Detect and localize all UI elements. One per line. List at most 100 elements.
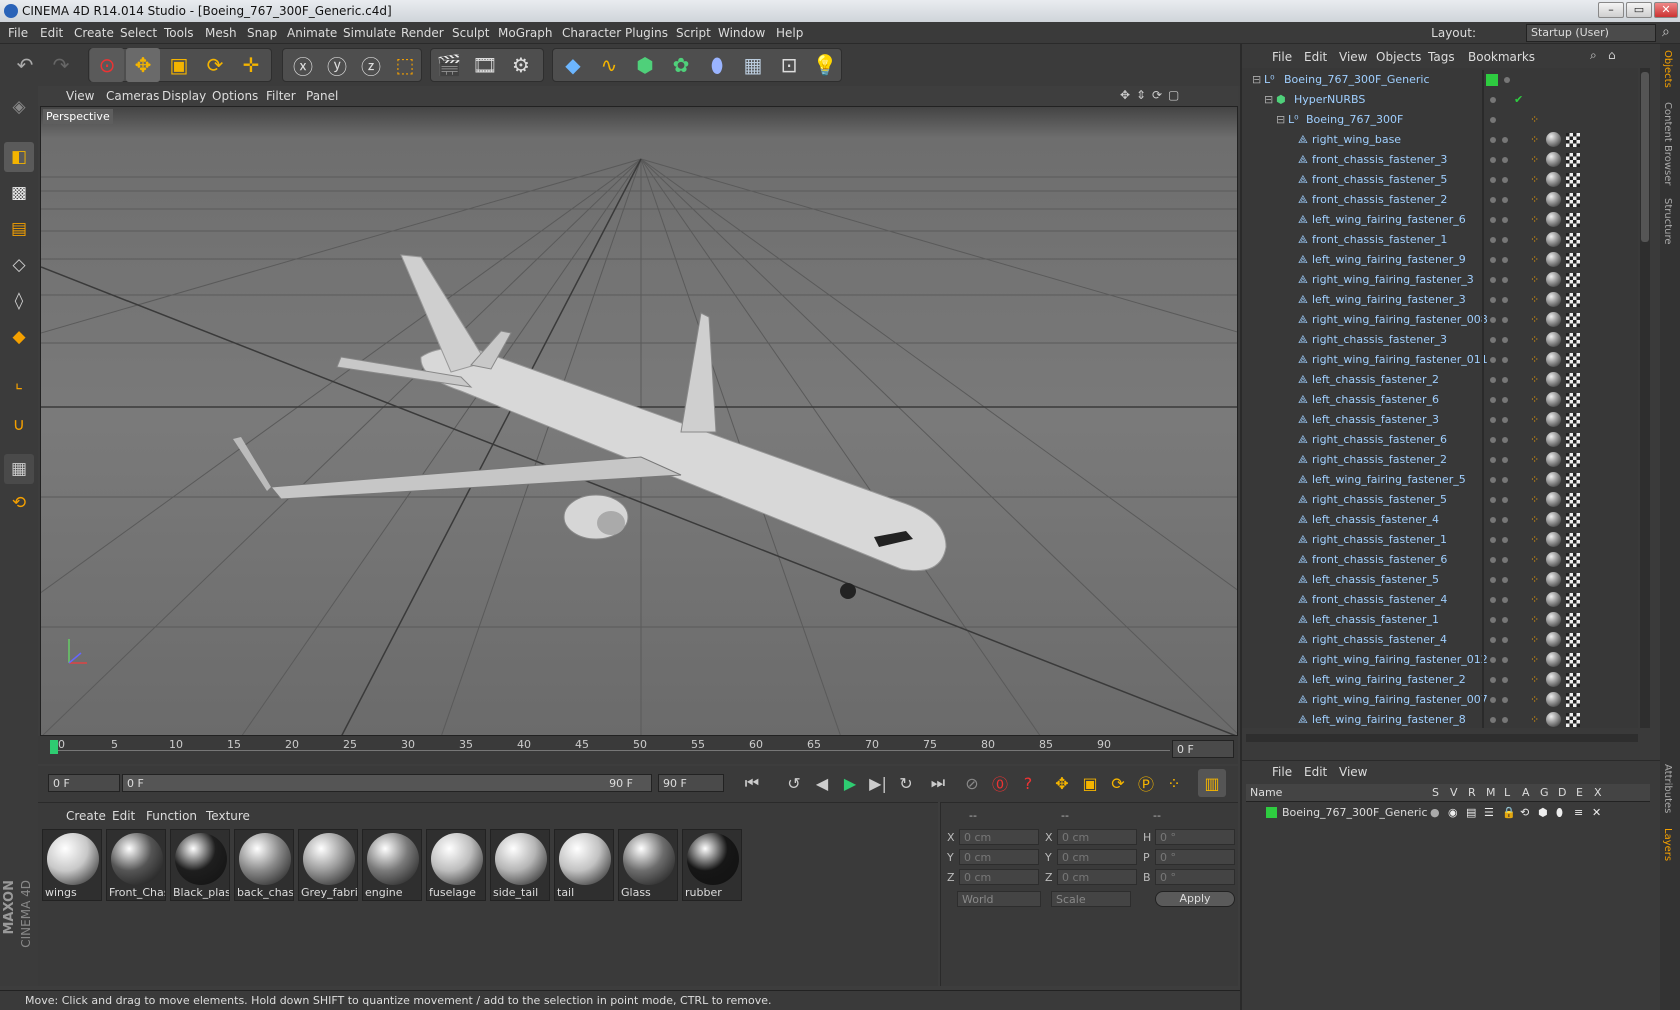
uvw-tag-icon[interactable] xyxy=(1566,553,1580,567)
end-frame-field[interactable]: 90 F xyxy=(658,774,724,792)
close-button[interactable]: ✕ xyxy=(1654,2,1678,18)
tree-row-object[interactable]: ⟁ left_wing_fairing_fastener_9 ⁘ xyxy=(1242,250,1638,270)
rotate-icon[interactable]: ⟳ xyxy=(198,48,232,82)
editor-visibility-dot[interactable] xyxy=(1490,177,1496,183)
tree-row-object[interactable]: ⟁ right_wing_fairing_fastener_012 ⁘ xyxy=(1242,650,1638,670)
material-tag-icon[interactable] xyxy=(1546,392,1561,407)
scroll-thumb[interactable] xyxy=(1641,72,1649,242)
object-tree-h-scrollbar[interactable] xyxy=(1246,734,1638,742)
search-icon[interactable]: ⌕ xyxy=(1662,24,1670,40)
phong-tag-icon[interactable]: ⁘ xyxy=(1530,293,1539,306)
render-visibility-dot[interactable] xyxy=(1502,557,1508,563)
mat-menu-texture[interactable]: Texture xyxy=(206,809,250,823)
render-view-icon[interactable]: 🎬 xyxy=(432,48,466,82)
vp-menu-filter[interactable]: Filter xyxy=(266,89,296,103)
previous-key-icon[interactable]: ↺ xyxy=(780,769,808,797)
planar-workplane-icon[interactable]: ⟲ xyxy=(4,488,34,518)
uvw-tag-icon[interactable] xyxy=(1566,233,1580,247)
editor-visibility-dot[interactable] xyxy=(1490,297,1496,303)
tree-row-object[interactable]: ⟁ front_chassis_fastener_5 ⁘ xyxy=(1242,170,1638,190)
material-thumbnail[interactable]: engine xyxy=(362,829,422,901)
pan-icon[interactable]: ✥ xyxy=(1120,88,1130,102)
tree-row-object[interactable]: ⟁ right_chassis_fastener_5 ⁘ xyxy=(1242,490,1638,510)
material-thumbnail[interactable]: back_chass xyxy=(234,829,294,901)
tree-row-object[interactable]: ⟁ left_chassis_fastener_3 ⁘ xyxy=(1242,410,1638,430)
phong-tag-icon[interactable]: ⁘ xyxy=(1530,213,1539,226)
obj-menu-view[interactable]: View xyxy=(1339,50,1367,64)
obj-menu-file[interactable]: File xyxy=(1272,50,1292,64)
material-tag-icon[interactable] xyxy=(1546,332,1561,347)
material-tag-icon[interactable] xyxy=(1546,612,1561,627)
frame-range-slider[interactable]: 0 F 90 F xyxy=(122,774,652,792)
material-tag-icon[interactable] xyxy=(1546,592,1561,607)
material-thumbnail[interactable]: rubber xyxy=(682,829,742,901)
material-tag-icon[interactable] xyxy=(1546,412,1561,427)
expand-icon[interactable]: ⊟ xyxy=(1264,93,1273,106)
workplane-lock-icon[interactable]: ▦ xyxy=(4,454,34,484)
play-icon[interactable]: ▶ xyxy=(836,769,864,797)
layout-select[interactable]: Startup (User) xyxy=(1526,24,1656,42)
tree-row-object[interactable]: ⟁ right_chassis_fastener_6 ⁘ xyxy=(1242,430,1638,450)
obj-home-icon[interactable]: ⌂ xyxy=(1608,48,1616,62)
phong-tag-icon[interactable]: ⁘ xyxy=(1530,333,1539,346)
render-visibility-dot[interactable] xyxy=(1502,617,1508,623)
layer-menu-file[interactable]: File xyxy=(1272,765,1292,779)
expand-icon[interactable]: ⊟ xyxy=(1252,73,1261,86)
material-tag-icon[interactable] xyxy=(1546,252,1561,267)
x-axis-icon[interactable]: ⓧ xyxy=(286,48,320,82)
render-visibility-dot[interactable] xyxy=(1502,717,1508,723)
material-tag-icon[interactable] xyxy=(1546,692,1561,707)
redo-icon[interactable]: ↷ xyxy=(44,48,78,82)
phong-tag-icon[interactable]: ⁘ xyxy=(1530,453,1539,466)
render-visibility-dot[interactable] xyxy=(1502,197,1508,203)
obj-search-icon[interactable]: ⌕ xyxy=(1590,48,1597,63)
editor-visibility-dot[interactable] xyxy=(1490,337,1496,343)
mat-menu-function[interactable]: Function xyxy=(146,809,197,823)
floor-icon[interactable]: ▦ xyxy=(736,48,770,82)
material-thumbnail[interactable]: Glass xyxy=(618,829,678,901)
phong-tag-icon[interactable]: ⁘ xyxy=(1530,173,1539,186)
timeline-window-icon[interactable]: ▥ xyxy=(1198,769,1226,797)
phong-tag-icon[interactable]: ⁘ xyxy=(1530,553,1539,566)
tree-row-object[interactable]: ⟁ right_chassis_fastener_4 ⁘ xyxy=(1242,630,1638,650)
uvw-tag-icon[interactable] xyxy=(1566,473,1580,487)
coordinate-system-icon[interactable]: ⬚ xyxy=(388,48,422,82)
uvw-tag-icon[interactable] xyxy=(1566,273,1580,287)
menu-animate[interactable]: Animate xyxy=(287,26,337,40)
tree-row-object[interactable]: ⟁ right_chassis_fastener_2 ⁘ xyxy=(1242,450,1638,470)
layer-solo-icon[interactable]: ● xyxy=(1430,806,1440,819)
vp-menu-cameras[interactable]: Cameras xyxy=(106,89,159,103)
size-x-field[interactable]: 0 cm xyxy=(1057,829,1137,845)
material-tag-icon[interactable] xyxy=(1546,192,1561,207)
tree-row-object[interactable]: ⟁ front_chassis_fastener_1 ⁘ xyxy=(1242,230,1638,250)
tree-row-object[interactable]: ⟁ front_chassis_fastener_6 ⁘ xyxy=(1242,550,1638,570)
side-tab-objects[interactable]: Objects xyxy=(1662,50,1673,88)
obj-menu-objects[interactable]: Objects xyxy=(1376,50,1421,64)
material-tag-icon[interactable] xyxy=(1546,672,1561,687)
layer-menu-view[interactable]: View xyxy=(1339,765,1367,779)
phong-tag-icon[interactable]: ⁘ xyxy=(1530,393,1539,406)
editor-visibility-dot[interactable] xyxy=(1490,597,1496,603)
material-tag-icon[interactable] xyxy=(1546,492,1561,507)
render-settings-icon[interactable]: ⚙ xyxy=(504,48,538,82)
render-visibility-dot[interactable] xyxy=(1502,457,1508,463)
menu-mesh[interactable]: Mesh xyxy=(205,26,237,40)
menu-select[interactable]: Select xyxy=(120,26,157,40)
move-icon[interactable]: ✥ xyxy=(126,48,160,82)
material-tag-icon[interactable] xyxy=(1546,472,1561,487)
undo-icon[interactable]: ↶ xyxy=(8,48,42,82)
recent-tool-icon[interactable]: ✛ xyxy=(234,48,268,82)
editor-visibility-dot[interactable] xyxy=(1490,217,1496,223)
uvw-tag-icon[interactable] xyxy=(1566,333,1580,347)
menu-plugins[interactable]: Plugins xyxy=(625,26,668,40)
render-visibility-dot[interactable] xyxy=(1502,377,1508,383)
layer-xref-icon[interactable]: ✕ xyxy=(1592,806,1601,819)
go-to-start-icon[interactable]: ⏮ xyxy=(738,769,766,797)
material-tag-icon[interactable] xyxy=(1546,432,1561,447)
layer-row[interactable]: Boeing_767_300F_Generic ● ◉ ▤ ☰ 🔒 ⟲ ⬢ ⬮ … xyxy=(1246,804,1650,822)
render-visibility-dot[interactable] xyxy=(1502,157,1508,163)
editor-visibility-dot[interactable] xyxy=(1490,617,1496,623)
side-tab-attributes[interactable]: Attributes xyxy=(1662,764,1673,813)
expand-icon[interactable]: ⊟ xyxy=(1276,113,1285,126)
editor-visibility-dot[interactable] xyxy=(1490,577,1496,583)
